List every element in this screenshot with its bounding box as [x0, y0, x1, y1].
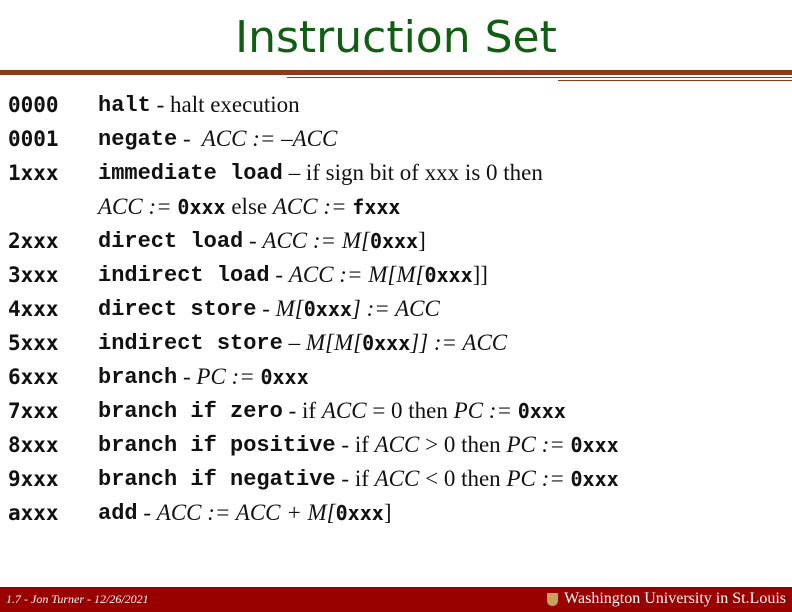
instruction-name: indirect store — [98, 330, 283, 356]
instruction-description: - ACC := M[0xxx] — [243, 228, 426, 253]
instruction-description: - ACC := M[M[0xxx]] — [269, 262, 488, 287]
instruction-row: 2xxx direct load - ACC := M[0xxx] — [8, 224, 619, 258]
opcode: 5xxx — [8, 331, 59, 355]
instruction-name: immediate load — [98, 160, 283, 186]
instruction-name: direct store — [98, 296, 257, 322]
instruction-row: 9xxx branch if negative - if ACC < 0 then… — [8, 462, 619, 496]
instruction-row: 0000 halt - halt execution — [8, 88, 619, 122]
instruction-name: indirect load — [98, 262, 270, 288]
instruction-description: - if ACC > 0 then PC := 0xxx — [335, 432, 619, 457]
footer-bar: 1.7 - Jon Turner - 12/26/2021 Washington… — [0, 587, 792, 612]
opcode: 7xxx — [8, 399, 59, 423]
title-divider — [0, 70, 792, 75]
instruction-name: branch if positive — [98, 432, 336, 458]
instruction-row: 1xxx immediate load – if sign bit of xxx … — [8, 156, 619, 190]
instruction-description: ACC := 0xxx else ACC := fxxx — [98, 194, 401, 219]
instruction-description: - ACC := –ACC — [177, 126, 338, 151]
instruction-row: 8xxx branch if positive - if ACC > 0 then… — [8, 428, 619, 462]
instruction-description: – M[M[0xxx]] := ACC — [282, 330, 508, 355]
instruction-list: 0000 halt - halt execution 0001 negate - AC… — [8, 88, 619, 530]
opcode: 4xxx — [8, 297, 59, 321]
footer-university: Washington University in St.Louis — [547, 590, 786, 608]
opcode: 2xxx — [8, 229, 59, 253]
opcode: 0001 — [8, 127, 59, 151]
opcode: 1xxx — [8, 161, 59, 185]
instruction-row: 6xxx branch - PC := 0xxx — [8, 360, 619, 394]
university-shield-icon — [547, 592, 559, 606]
instruction-description: - halt execution — [150, 92, 300, 117]
instruction-name: branch if zero — [98, 398, 283, 424]
instruction-description: – if sign bit of xxx is 0 then — [282, 160, 543, 185]
instruction-description: - if ACC = 0 then PC := 0xxx — [282, 398, 566, 423]
university-name: Washington University in St.Louis — [564, 590, 786, 607]
instruction-description: - if ACC < 0 then PC := 0xxx — [335, 466, 619, 491]
instruction-row: axxx add - ACC := ACC + M[0xxx] — [8, 496, 619, 530]
opcode: 8xxx — [8, 433, 59, 457]
instruction-name: direct load — [98, 228, 244, 254]
title-divider-thin — [287, 77, 792, 78]
opcode: axxx — [8, 501, 59, 525]
instruction-name: halt — [98, 92, 151, 118]
opcode: 6xxx — [8, 365, 59, 389]
instruction-name: add — [98, 500, 138, 526]
opcode: 9xxx — [8, 467, 59, 491]
instruction-row: 4xxx direct store - M[0xxx] := ACC — [8, 292, 619, 326]
footer-slide-info: 1.7 - Jon Turner - 12/26/2021 — [6, 592, 149, 606]
instruction-description: - PC := 0xxx — [177, 364, 309, 389]
instruction-row: ACC := 0xxx else ACC := fxxx — [8, 190, 619, 224]
instruction-name: negate — [98, 126, 178, 152]
instruction-name: branch — [98, 364, 178, 390]
opcode: 0000 — [8, 93, 59, 117]
title-divider-thin — [558, 80, 792, 81]
instruction-row: 5xxx indirect store – M[M[0xxx]] := ACC — [8, 326, 619, 360]
slide-title: Instruction Set — [235, 12, 557, 63]
opcode: 3xxx — [8, 263, 59, 287]
instruction-row: 3xxx indirect load - ACC := M[M[0xxx]] — [8, 258, 619, 292]
instruction-row: 0001 negate - ACC := –ACC — [8, 122, 619, 156]
instruction-name: branch if negative — [98, 466, 336, 492]
instruction-row: 7xxx branch if zero - if ACC = 0 then PC … — [8, 394, 619, 428]
instruction-description: - ACC := ACC + M[0xxx] — [137, 500, 392, 525]
instruction-description: - M[0xxx] := ACC — [256, 296, 440, 321]
